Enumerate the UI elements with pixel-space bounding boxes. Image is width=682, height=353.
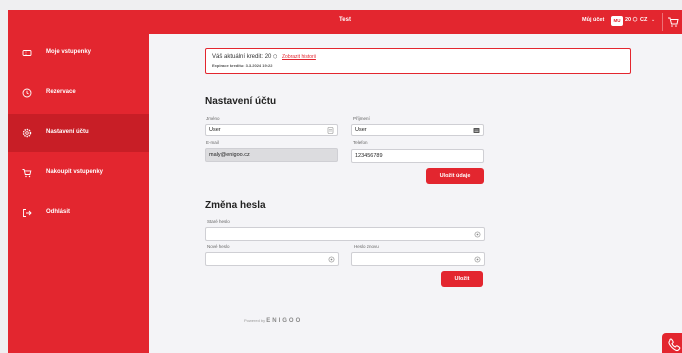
sidebar-item-odhlasit[interactable]: Odhlásit <box>8 194 149 232</box>
email-value: maly@enigoo.cz <box>209 152 250 158</box>
cart-icon <box>22 169 32 178</box>
account-settings-title: Nastavení účtu <box>205 96 277 107</box>
eye-icon[interactable] <box>474 256 481 263</box>
app-title: Test <box>339 17 351 23</box>
first-name-label: Jméno <box>206 116 220 121</box>
save-details-button[interactable]: Uložit údaje <box>426 168 484 184</box>
enigoo-logo: ENIGOO <box>266 318 303 324</box>
repeat-password-label: Heslo znovu <box>354 244 379 249</box>
old-password-label: Staré heslo <box>207 219 230 224</box>
ticket-icon <box>22 50 32 56</box>
coin-icon: ⬡ <box>273 54 278 60</box>
phone-value: 123456789 <box>355 153 383 159</box>
save-password-button[interactable]: Uložit <box>441 271 483 287</box>
sidebar-item-label: Nakoupit vstupenky <box>46 169 104 175</box>
credit-amount: Váš aktuální kredit: 20 <box>212 54 272 60</box>
repeat-password-input[interactable] <box>351 252 485 266</box>
last-name-value: User <box>355 127 367 133</box>
coin-icon: ⬡ <box>632 17 638 23</box>
credit-expiry: Expirace kreditu: 3.3.2024 19:22 <box>212 63 273 68</box>
header-credit-value: 20 <box>625 17 632 23</box>
phone-field[interactable]: 123456789 <box>351 149 484 163</box>
phone-icon <box>668 338 681 352</box>
cart-icon <box>668 17 679 27</box>
sidebar-item-label: Nastavení účtu <box>46 129 89 135</box>
new-password-label: Nové heslo <box>207 244 230 249</box>
new-password-input[interactable] <box>205 252 339 266</box>
credit-text: Váš aktuální kredit: 20 ⬡ <box>212 54 277 60</box>
sidebar-item-nakoupit-vstupenky[interactable]: Nakoupit vstupenky <box>8 154 149 192</box>
first-name-value: User <box>209 127 221 133</box>
header-credit: 20 ⬡ <box>625 17 637 23</box>
password-change-title: Změna hesla <box>205 200 266 211</box>
top-bar: Test Můj účet MU 20 ⬡ CZ ⌄ <box>8 10 682 34</box>
cart-button[interactable] <box>662 13 682 31</box>
phone-contact-button[interactable] <box>662 333 682 353</box>
old-password-input[interactable] <box>205 227 485 241</box>
language-select[interactable]: CZ <box>640 17 647 23</box>
first-name-field[interactable]: User <box>205 124 338 136</box>
powered-by-label: Powered by <box>244 318 266 323</box>
sidebar-item-label: Odhlásit <box>46 209 71 215</box>
sidebar: Moje vstupenky Rezervace Nastavení účtu … <box>8 34 149 353</box>
account-menu[interactable]: Můj účet <box>582 17 604 23</box>
powered-by: Powered by ENIGOO <box>244 318 302 324</box>
sidebar-item-label: Moje vstupenky <box>46 49 92 55</box>
eye-icon[interactable] <box>328 256 335 263</box>
credit-panel: Váš aktuální kredit: 20 ⬡ Zobrazit histo… <box>205 48 631 74</box>
email-field: maly@enigoo.cz <box>205 148 338 162</box>
email-label: E-mail <box>206 140 219 145</box>
logout-icon <box>23 209 32 217</box>
last-name-field[interactable]: User <box>351 124 484 136</box>
avatar[interactable]: MU <box>611 16 623 26</box>
sidebar-item-label: Rezervace <box>46 89 76 95</box>
contact-card-icon <box>327 127 334 134</box>
phone-label: Telefon <box>353 140 368 145</box>
sidebar-item-nastaveni-uctu[interactable]: Nastavení účtu <box>8 114 149 152</box>
last-name-label: Příjmení <box>353 116 370 121</box>
credit-history-link[interactable]: Zobrazit historii <box>282 54 316 60</box>
clock-icon <box>22 88 32 98</box>
sidebar-item-rezervace[interactable]: Rezervace <box>8 74 149 112</box>
contact-card-icon <box>473 128 480 133</box>
chevron-down-icon[interactable]: ⌄ <box>651 17 655 23</box>
eye-icon[interactable] <box>474 231 481 238</box>
main-content: Váš aktuální kredit: 20 ⬡ Zobrazit histo… <box>149 34 682 353</box>
sidebar-item-moje-vstupenky[interactable]: Moje vstupenky <box>8 34 149 72</box>
gear-icon <box>22 128 32 138</box>
app-window: Test Můj účet MU 20 ⬡ CZ ⌄ Moje vstupenk… <box>8 10 682 353</box>
